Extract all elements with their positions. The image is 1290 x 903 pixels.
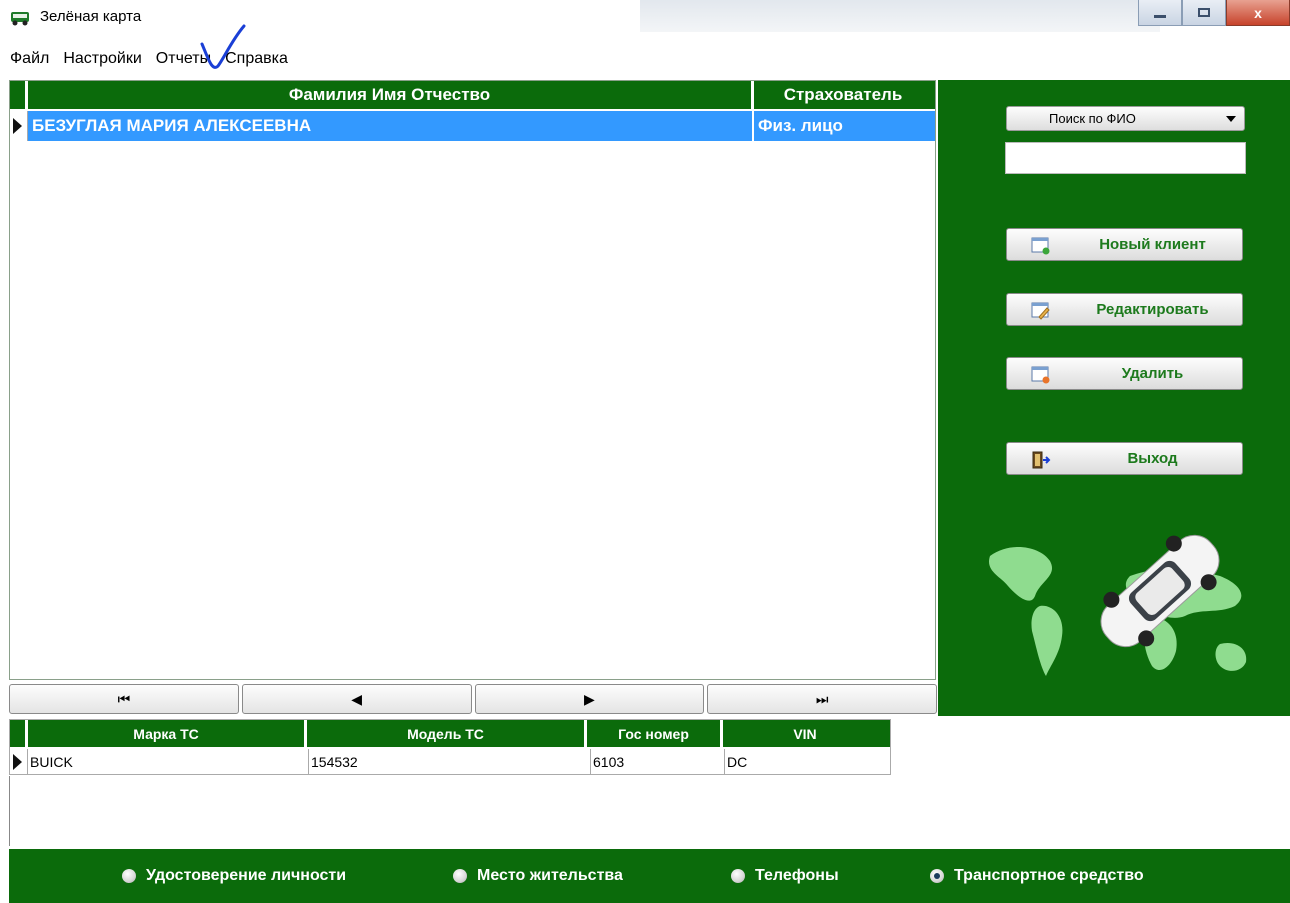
radio-button-selected-icon <box>930 869 944 883</box>
column-header-vin[interactable]: VIN <box>723 720 887 747</box>
clients-grid: Фамилия Имя Отчество Страхователь БЕЗУГЛ… <box>9 80 936 680</box>
next-record-button[interactable]: ▶ <box>474 684 705 714</box>
radio-button-icon <box>731 869 745 883</box>
maximize-icon <box>1198 8 1210 17</box>
radio-label: Место жительства <box>477 867 623 884</box>
radio-label: Транспортное средство <box>954 867 1144 884</box>
exit-door-icon <box>1032 451 1051 469</box>
menu-settings[interactable]: Настройки <box>63 50 141 68</box>
cell-plate[interactable]: 6103 <box>591 749 725 775</box>
radio-button-icon <box>453 869 467 883</box>
radio-label: Телефоны <box>755 867 839 884</box>
cell-make[interactable]: BUICK <box>28 749 309 775</box>
row-indicator-header <box>10 81 28 109</box>
column-header-insurer[interactable]: Страхователь <box>754 81 932 109</box>
minimize-icon <box>1154 15 1166 18</box>
radio-button-icon <box>122 869 136 883</box>
window-controls: x <box>1138 0 1290 30</box>
minimize-button[interactable] <box>1138 0 1182 26</box>
last-record-button[interactable]: ⏭ <box>707 684 937 714</box>
table-row[interactable]: BUICK 154532 6103 DC <box>10 749 890 775</box>
cell-vin[interactable]: DC <box>725 749 890 775</box>
column-header-model[interactable]: Модель ТС <box>307 720 587 747</box>
column-header-plate[interactable]: Гос номер <box>587 720 723 747</box>
edit-label: Редактировать <box>1096 301 1209 318</box>
new-client-button[interactable]: Новый клиент <box>1006 228 1243 261</box>
detail-tabs-bar: Удостоверение личности Место жительства … <box>9 849 1290 903</box>
delete-label: Удалить <box>1121 365 1184 382</box>
close-icon: x <box>1254 4 1262 21</box>
record-navigator: ⏮ ◀ ▶ ⏭ <box>9 684 937 714</box>
next-record-icon: ▶ <box>583 690 595 707</box>
row-indicator-header <box>10 720 28 747</box>
cell-insurer[interactable]: Физ. лицо <box>754 111 935 141</box>
vehicles-grid-header: Марка ТС Модель ТС Гос номер VIN <box>10 720 890 747</box>
radio-identity-document[interactable]: Удостоверение личности <box>122 867 346 885</box>
row-indicator <box>10 749 28 775</box>
first-record-button[interactable]: ⏮ <box>9 684 239 714</box>
search-mode-label: Поиск по ФИО <box>1049 111 1136 126</box>
new-client-label: Новый клиент <box>1099 236 1206 253</box>
radio-vehicle[interactable]: Транспортное средство <box>930 867 1144 885</box>
chevron-down-icon <box>1226 116 1236 122</box>
side-panel: Поиск по ФИО Новый клиент Редактировать … <box>938 80 1290 716</box>
prev-record-icon: ◀ <box>351 690 363 707</box>
handwritten-checkmark-annotation <box>200 24 246 69</box>
row-indicator <box>10 111 28 141</box>
prev-record-button[interactable]: ◀ <box>241 684 472 714</box>
table-row[interactable]: БЕЗУГЛАЯ МАРИЯ АЛЕКСЕЕВНА Физ. лицо <box>10 111 935 141</box>
divider <box>9 776 10 846</box>
current-row-arrow-icon <box>13 754 22 770</box>
cell-fio[interactable]: БЕЗУГЛАЯ МАРИЯ АЛЕКСЕЕВНА <box>28 111 754 141</box>
background-blur <box>640 0 1160 32</box>
current-row-arrow-icon <box>13 118 22 134</box>
edit-pencil-icon <box>1031 302 1050 320</box>
edit-button[interactable]: Редактировать <box>1006 293 1243 326</box>
search-input[interactable] <box>1005 142 1246 174</box>
new-window-icon <box>1031 237 1050 255</box>
delete-button[interactable]: Удалить <box>1006 357 1243 390</box>
close-button[interactable]: x <box>1226 0 1290 26</box>
exit-label: Выход <box>1127 450 1178 467</box>
radio-phones[interactable]: Телефоны <box>731 867 839 885</box>
app-car-icon <box>11 12 29 26</box>
first-record-icon: ⏮ <box>117 690 131 707</box>
radio-label: Удостоверение личности <box>146 867 347 884</box>
column-header-fio[interactable]: Фамилия Имя Отчество <box>28 81 754 109</box>
clients-grid-header: Фамилия Имя Отчество Страхователь <box>10 81 935 109</box>
vehicles-grid: Марка ТС Модель ТС Гос номер VIN BUICK 1… <box>9 719 891 775</box>
radio-residence[interactable]: Место жительства <box>453 867 623 885</box>
delete-window-icon <box>1031 366 1050 384</box>
window-title: Зелёная карта <box>40 8 142 25</box>
column-header-make[interactable]: Марка ТС <box>28 720 307 747</box>
cell-model[interactable]: 154532 <box>309 749 591 775</box>
exit-button[interactable]: Выход <box>1006 442 1243 475</box>
last-record-icon: ⏭ <box>815 690 829 707</box>
world-map-car-illustration <box>989 534 1247 676</box>
search-mode-select[interactable]: Поиск по ФИО <box>1006 106 1245 131</box>
maximize-button[interactable] <box>1182 0 1226 26</box>
menu-file[interactable]: Файл <box>10 50 49 68</box>
